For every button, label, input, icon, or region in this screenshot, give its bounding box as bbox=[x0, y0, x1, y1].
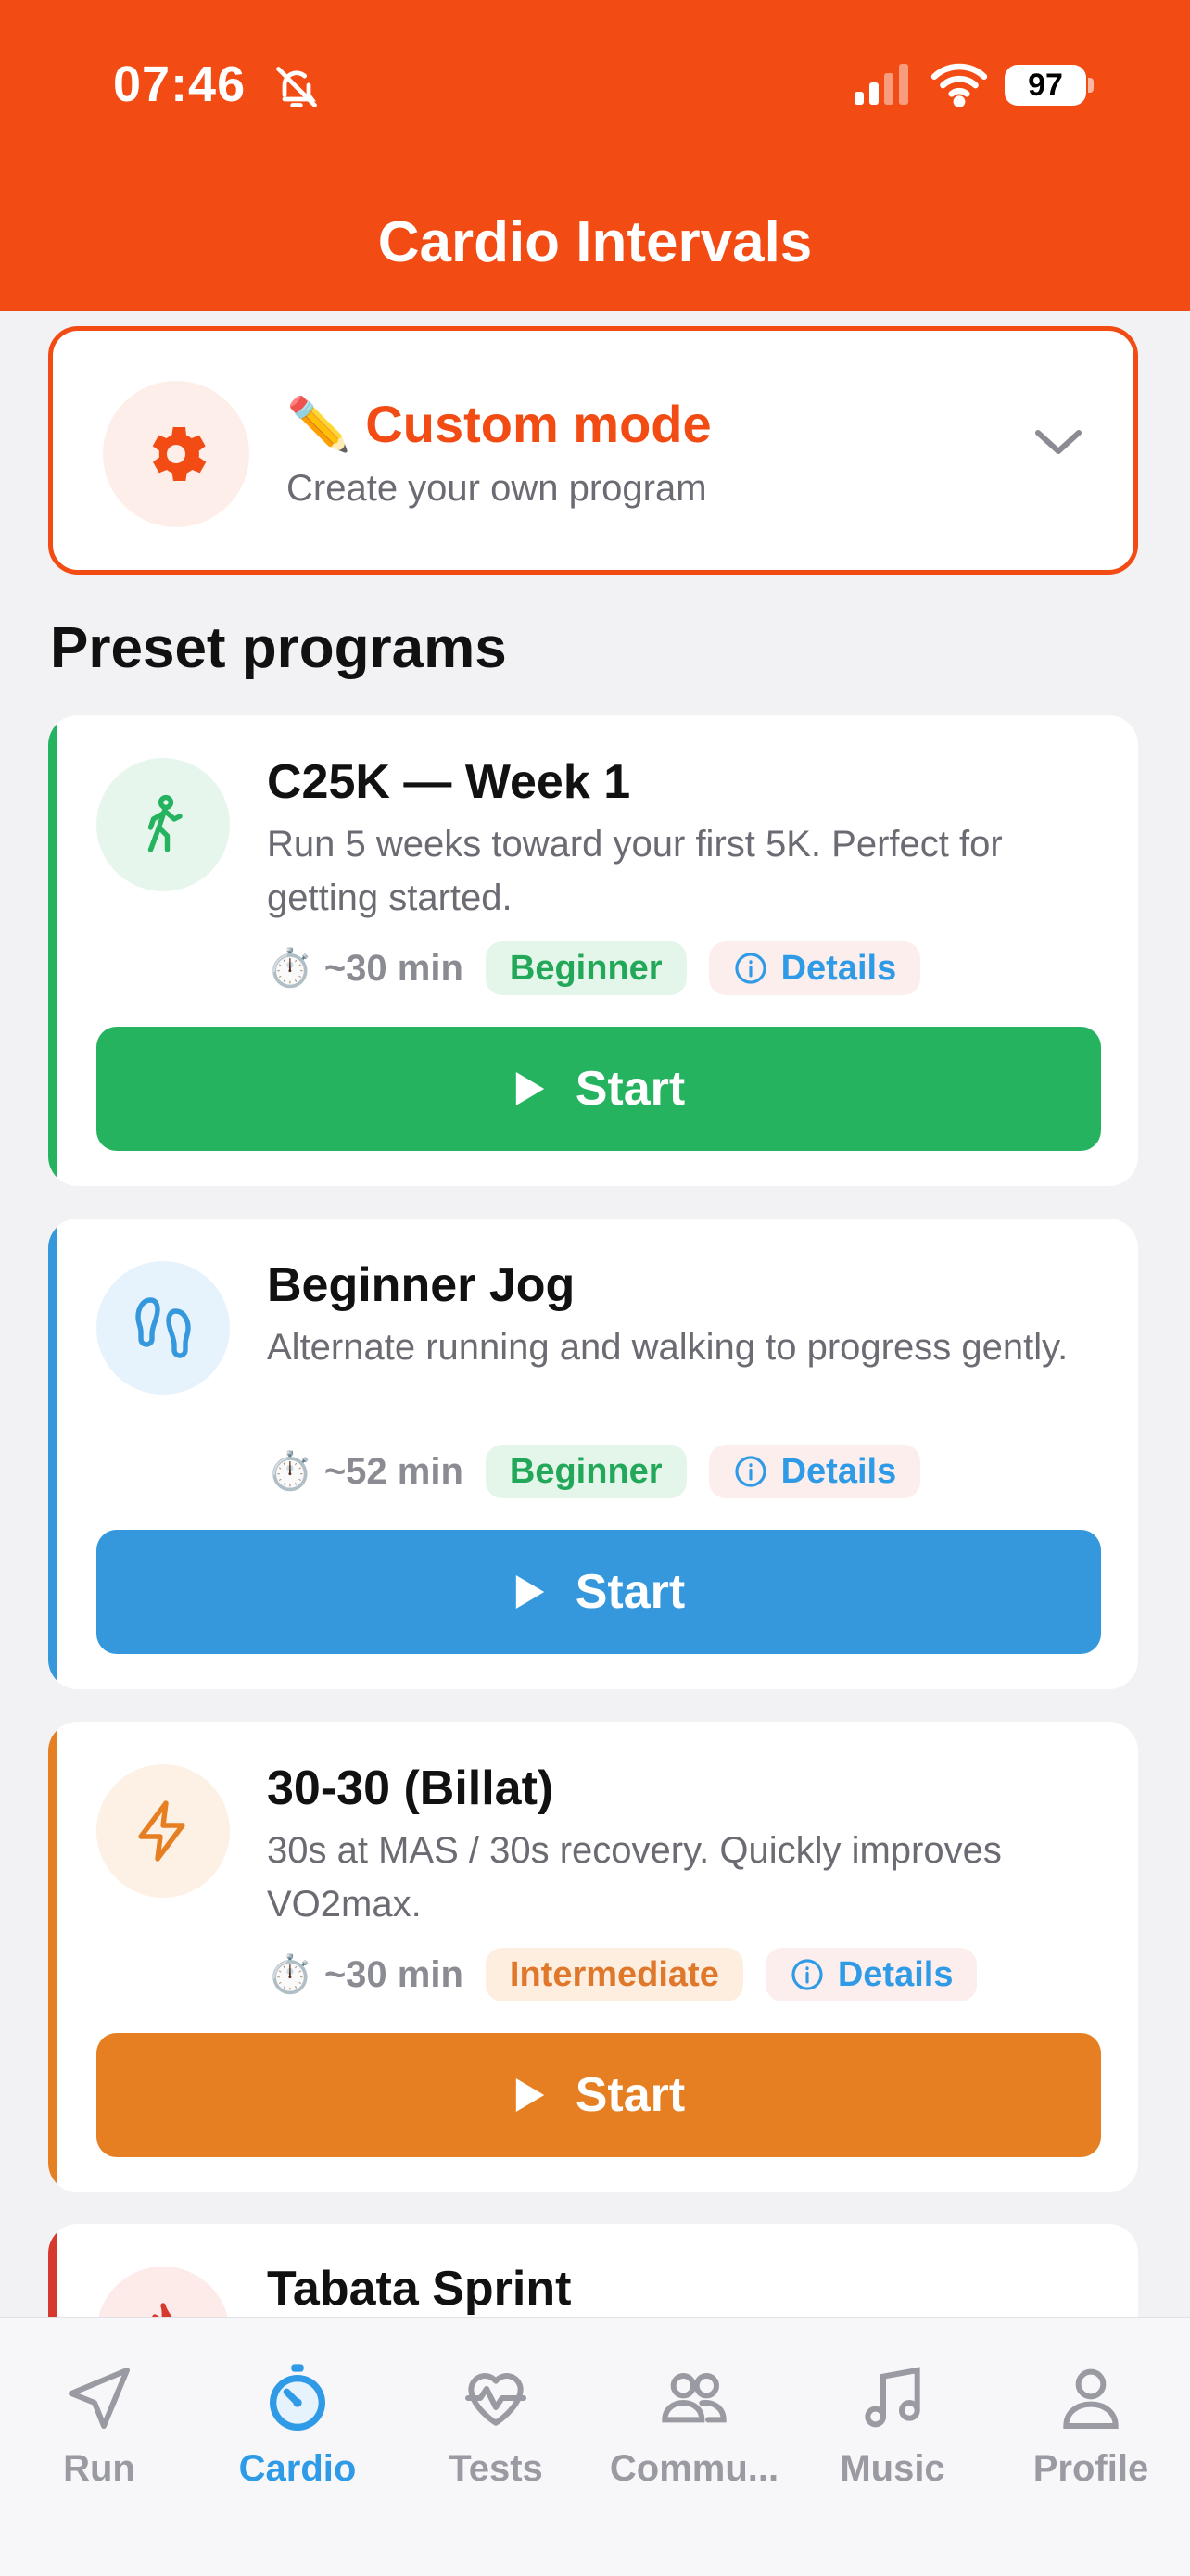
program-meta: ⏱️ ~30 min Intermediate Details bbox=[267, 1948, 978, 2001]
level-badge: Intermediate bbox=[485, 1948, 743, 2001]
tab-label: Commu... bbox=[609, 2448, 779, 2489]
tab-label: Profile bbox=[1032, 2448, 1149, 2489]
program-icon-bg bbox=[96, 758, 230, 891]
details-label: Details bbox=[780, 1452, 897, 1491]
bell-muted-icon bbox=[276, 67, 317, 107]
program-title: Tabata Sprint bbox=[267, 2262, 572, 2316]
custom-mode-icon-bg bbox=[103, 381, 249, 527]
tab-bar: Run Cardio Tests Commu... Music Profile bbox=[0, 2317, 1190, 2576]
details-button[interactable]: Details bbox=[765, 1948, 978, 2001]
card-stripe bbox=[48, 1219, 57, 1689]
stopwatch-emoji-icon: ⏱️ bbox=[267, 1954, 313, 1995]
card-stripe bbox=[48, 1722, 57, 2192]
details-label: Details bbox=[837, 1955, 954, 1994]
start-button[interactable]: Start bbox=[96, 1027, 1101, 1151]
page-title: Cardio Intervals bbox=[377, 210, 813, 274]
battery-tip bbox=[1088, 78, 1094, 93]
custom-mode-card[interactable]: ✏️ Custom mode Create your own program bbox=[48, 326, 1138, 575]
stopwatch-icon bbox=[270, 2364, 325, 2431]
program-card-beginner-jog: Beginner Jog Alternate running and walki… bbox=[48, 1219, 1138, 1689]
program-title: Beginner Jog bbox=[267, 1258, 576, 1312]
program-title: 30-30 (Billat) bbox=[267, 1762, 554, 1815]
program-duration: ~30 min bbox=[323, 1953, 463, 1995]
tab-community[interactable]: Commu... bbox=[595, 2318, 793, 2504]
heart-pulse-icon bbox=[465, 2373, 526, 2426]
status-time: 07:46 bbox=[113, 57, 247, 112]
card-stripe bbox=[48, 715, 57, 1186]
program-duration: ~52 min bbox=[323, 1450, 463, 1492]
music-note-icon bbox=[865, 2367, 920, 2428]
cellular-signal-icon bbox=[855, 64, 908, 105]
footprints-icon bbox=[135, 1297, 191, 1358]
tab-label: Cardio bbox=[238, 2448, 357, 2489]
lightning-bolt-icon bbox=[138, 1800, 185, 1862]
details-button[interactable]: Details bbox=[708, 941, 921, 995]
custom-mode-subtitle: Create your own program bbox=[286, 468, 707, 509]
program-icon-bg bbox=[96, 1764, 230, 1898]
level-badge: Beginner bbox=[485, 1445, 687, 1498]
start-label: Start bbox=[575, 1565, 686, 1619]
program-icon-bg bbox=[96, 1261, 230, 1395]
start-label: Start bbox=[575, 2068, 686, 2122]
tab-label: Tests bbox=[449, 2448, 543, 2489]
battery-indicator: 97 bbox=[1005, 65, 1086, 106]
details-button[interactable]: Details bbox=[708, 1445, 921, 1498]
users-icon bbox=[662, 2373, 727, 2423]
chevron-down-icon[interactable] bbox=[1031, 423, 1086, 461]
level-badge: Beginner bbox=[485, 941, 687, 995]
info-circle-icon bbox=[791, 1959, 823, 1990]
navigation-arrow-icon bbox=[69, 2368, 130, 2429]
program-description: 30s at MAS / 30s recovery. Quickly impro… bbox=[267, 1830, 1002, 1925]
info-circle-icon bbox=[734, 1456, 766, 1487]
tab-label: Run bbox=[63, 2448, 135, 2489]
program-card-billat: 30-30 (Billat) 30s at MAS / 30s recovery… bbox=[48, 1722, 1138, 2192]
details-label: Details bbox=[780, 949, 897, 988]
wifi-icon bbox=[930, 63, 988, 107]
section-title: Preset programs bbox=[50, 616, 507, 680]
tab-music[interactable]: Music bbox=[793, 2318, 992, 2504]
start-button[interactable]: Start bbox=[96, 2033, 1101, 2157]
stopwatch-emoji-icon: ⏱️ bbox=[267, 1451, 313, 1492]
info-circle-icon bbox=[734, 953, 766, 984]
play-icon bbox=[515, 2077, 544, 2113]
tab-label: Music bbox=[840, 2448, 945, 2489]
gear-icon bbox=[152, 427, 207, 481]
tab-run[interactable]: Run bbox=[0, 2318, 198, 2504]
play-icon bbox=[515, 1574, 544, 1610]
play-icon bbox=[515, 1071, 544, 1106]
stopwatch-emoji-icon: ⏱️ bbox=[267, 948, 313, 989]
pencil-icon: ✏️ bbox=[286, 395, 351, 453]
start-button[interactable]: Start bbox=[96, 1530, 1101, 1654]
custom-mode-title-text: Custom mode bbox=[365, 395, 712, 453]
tab-profile[interactable]: Profile bbox=[992, 2318, 1190, 2504]
custom-mode-title: ✏️ Custom mode bbox=[286, 394, 712, 455]
app-header: 07:46 97 Cardio Intervals bbox=[0, 0, 1190, 311]
program-description: Run 5 weeks toward your first 5K. Perfec… bbox=[267, 824, 1003, 918]
program-duration: ~30 min bbox=[323, 947, 463, 989]
person-icon bbox=[1063, 2368, 1119, 2429]
program-description: Alternate running and walking to progres… bbox=[267, 1327, 1069, 1368]
program-meta: ⏱️ ~52 min Beginner Details bbox=[267, 1445, 921, 1498]
start-label: Start bbox=[575, 1062, 686, 1116]
program-card-c25k: C25K — Week 1 Run 5 weeks toward your fi… bbox=[48, 715, 1138, 1186]
program-title: C25K — Week 1 bbox=[267, 755, 631, 809]
walking-person-icon bbox=[147, 794, 183, 852]
tab-cardio[interactable]: Cardio bbox=[198, 2318, 397, 2504]
program-meta: ⏱️ ~30 min Beginner Details bbox=[267, 941, 921, 995]
tab-tests[interactable]: Tests bbox=[397, 2318, 595, 2504]
